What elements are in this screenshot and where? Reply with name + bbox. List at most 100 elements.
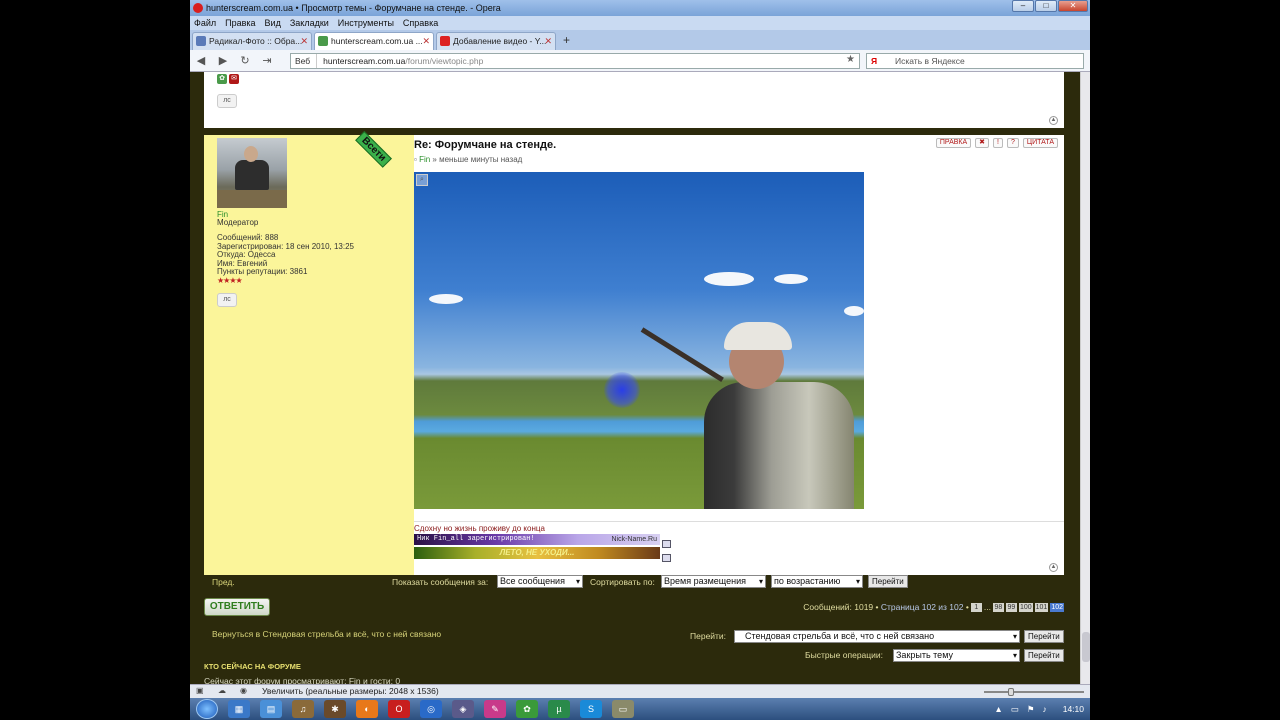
previous-post-tail: ✿ ✉ лс ▲ (204, 72, 1064, 128)
menu-tools[interactable]: Инструменты (338, 16, 394, 30)
scroll-top-icon[interactable]: ▲ (1049, 563, 1058, 572)
tab-youtube[interactable]: Добавление видео - Y... ✕ (436, 32, 556, 50)
forward-arrow-icon[interactable]: ▶ (212, 54, 234, 67)
cloud (704, 272, 754, 286)
maximize-button[interactable]: □ (1035, 0, 1057, 12)
nickname-banner[interactable]: Ник Fin_all зарегистрирован! Nick-Name.R… (414, 534, 660, 545)
tray-display-icon[interactable]: ▭ (1011, 704, 1019, 715)
page-link[interactable]: 99 (1005, 602, 1017, 612)
report-icon[interactable]: ! (993, 138, 1003, 148)
go-button[interactable]: Перейти (868, 575, 908, 588)
skype-taskbar-icon[interactable]: S (580, 700, 602, 718)
clock[interactable]: 14:10 (1063, 704, 1084, 714)
menu-edit[interactable]: Правка (225, 16, 255, 30)
profile-stats: Сообщений: 888 Зарегистрирован: 18 сен 2… (217, 233, 354, 285)
scrollbar-thumb[interactable] (1082, 632, 1090, 662)
profile-role: Модератор (217, 218, 259, 227)
menu-bookmarks[interactable]: Закладки (290, 16, 329, 30)
paint-icon[interactable]: ✎ (484, 700, 506, 718)
opera-taskbar-icon[interactable]: O (388, 700, 410, 718)
icq-icon[interactable]: ✿ (217, 74, 227, 84)
back-arrow-icon[interactable]: ◀ (190, 54, 212, 67)
url-input[interactable]: Веб hunterscream.com.ua/forum/viewtopic.p… (290, 53, 860, 69)
start-button[interactable] (196, 699, 218, 719)
tab-label: hunterscream.com.ua ... (331, 36, 423, 46)
edit-button[interactable]: ПРАВКА (935, 138, 972, 148)
menu-help[interactable]: Справка (403, 16, 438, 30)
quick-ops-select[interactable]: Закрыть тему (893, 649, 1020, 662)
tool-icon[interactable]: ✱ (324, 700, 346, 718)
zoom-slider[interactable] (984, 691, 1084, 693)
goto-select[interactable]: Стендовая стрельба и всё, что с ней связ… (734, 630, 1020, 643)
summer-banner[interactable]: ЛЕТО, НЕ УХОДИ... (414, 547, 660, 559)
globe-icon[interactable]: ◎ (420, 700, 442, 718)
sort-select[interactable]: Время размещения (661, 575, 766, 588)
tray-volume-icon[interactable]: ♪ (1042, 704, 1046, 714)
zoom-slider-knob[interactable] (1008, 688, 1014, 696)
turbo-icon[interactable]: ◉ (240, 686, 250, 696)
utorrent-icon[interactable]: µ (548, 700, 570, 718)
address-bar: ◀ ▶ ↻ ⇥ Веб hunterscream.com.ua/forum/vie… (190, 50, 1090, 72)
tab-radikal[interactable]: Радикал-Фото :: Обра... ✕ (192, 32, 312, 50)
reply-button[interactable]: ОТВЕТИТЬ (204, 598, 270, 616)
page-link[interactable]: 98 (992, 602, 1004, 612)
skype-icon[interactable]: ✉ (229, 74, 239, 84)
tab-hunterscream[interactable]: hunterscream.com.ua ... ✕ (314, 32, 434, 50)
page-indicator: Страница 102 из 102 (880, 602, 964, 612)
page-link[interactable]: 1 (970, 602, 982, 612)
order-select[interactable]: по возрастанию (771, 575, 863, 588)
minimize-button[interactable]: – (1012, 0, 1034, 12)
pagination: Сообщений: 1019 • Страница 102 из 102 • … (803, 602, 1064, 612)
post-image[interactable]: ⌕ (414, 172, 864, 509)
tab-label: Добавление видео - Y... (453, 36, 547, 46)
pm-button[interactable]: лс (217, 94, 237, 108)
tray-flag-icon[interactable]: ⚑ (1027, 704, 1035, 715)
quick-ops-button[interactable]: Перейти (1024, 649, 1064, 662)
vertical-scrollbar[interactable] (1080, 72, 1090, 684)
tab-close-icon[interactable]: ✕ (422, 33, 430, 49)
back-to-forum-link[interactable]: Вернуться в Стендовая стрельба и всё, чт… (212, 629, 441, 639)
show-select[interactable]: Все сообщения (497, 575, 583, 588)
title-bar: hunterscream.com.ua • Просмотр темы - Фо… (190, 0, 1090, 16)
explorer-icon[interactable]: ▦ (228, 700, 250, 718)
reload-icon[interactable]: ↻ (234, 54, 256, 67)
document-icon[interactable]: ▤ (260, 700, 282, 718)
chat-icon[interactable]: ✿ (516, 700, 538, 718)
menu-view[interactable]: Вид (265, 16, 281, 30)
tab-label: Радикал-Фото :: Обра... (209, 36, 303, 46)
desktop-right (1090, 0, 1280, 720)
post-author[interactable]: Fin (419, 155, 430, 164)
prev-link[interactable]: Пред. (212, 577, 235, 587)
post-title[interactable]: Re: Форумчане на стенде. (414, 139, 556, 151)
fast-forward-icon[interactable]: ⇥ (256, 54, 278, 67)
tray-arrow-icon[interactable]: ▲ (994, 704, 1002, 714)
rank-stars: ★★★★ (217, 275, 243, 285)
quote-button[interactable]: ЦИТАТА (1022, 138, 1058, 148)
firefox-icon[interactable]: ◐ (356, 700, 378, 718)
new-tab-icon[interactable]: + (558, 32, 575, 50)
quick-ops-label: Быстрые операции: (805, 650, 883, 660)
delete-icon[interactable]: ✖ (975, 138, 990, 148)
tab-close-icon[interactable]: ✕ (300, 33, 308, 49)
cloud-icon[interactable]: ☁ (218, 686, 228, 696)
menu-file[interactable]: Файл (194, 16, 216, 30)
folder-icon[interactable]: ▭ (612, 700, 634, 718)
who-online-title: КТО СЕЙЧАС НА ФОРУМЕ (204, 662, 301, 671)
search-input[interactable]: Я Искать в Яндексе (866, 53, 1084, 69)
page-link[interactable]: 100 (1018, 602, 1033, 612)
zoom-icon[interactable]: ⌕ (416, 174, 428, 186)
bookmark-star-icon[interactable]: ★ (846, 54, 855, 65)
panel-toggle-icon[interactable]: ▣ (196, 686, 206, 696)
scroll-top-icon[interactable]: ▲ (1049, 116, 1058, 125)
pm-button[interactable]: лс (217, 293, 237, 307)
page-content: ✿ ✉ лс ▲ Всети Fin Модератор Сообщений: … (190, 72, 1090, 684)
radikal-favicon-icon (196, 36, 206, 46)
goto-button[interactable]: Перейти (1024, 630, 1064, 643)
close-button[interactable]: ✕ (1058, 0, 1088, 12)
app-icon[interactable]: ◈ (452, 700, 474, 718)
avatar[interactable] (217, 138, 287, 208)
media-icon[interactable]: ♫ (292, 700, 314, 718)
info-icon[interactable]: ? (1007, 138, 1019, 148)
tab-close-icon[interactable]: ✕ (544, 33, 552, 49)
page-link[interactable]: 101 (1034, 602, 1049, 612)
